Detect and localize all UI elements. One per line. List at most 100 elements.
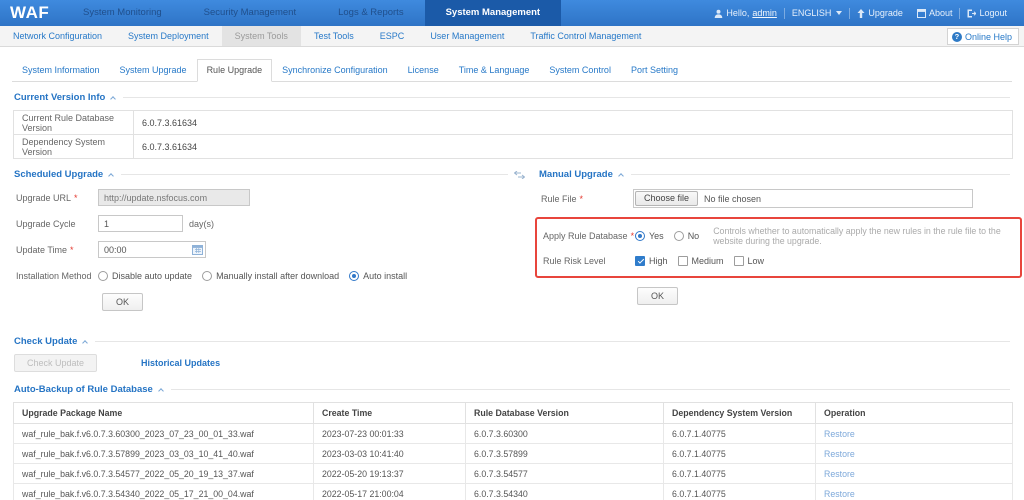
- subnav-espc[interactable]: ESPC: [367, 26, 418, 46]
- current-version-table: Current Rule Database Version 6.0.7.3.61…: [13, 110, 1013, 159]
- user-greeting: Hello,: [726, 8, 750, 18]
- rule-risk-level-row: Rule Risk Level High Medium Low: [543, 252, 1016, 269]
- about-icon: [916, 8, 926, 18]
- language-selector[interactable]: ENGLISH: [785, 8, 850, 18]
- top-menu-system-monitoring[interactable]: System Monitoring: [62, 0, 183, 26]
- upgrade-cycle-unit: day(s): [189, 218, 215, 229]
- tab-port-setting[interactable]: Port Setting: [621, 59, 688, 82]
- radio-disable-auto-update[interactable]: Disable auto update: [98, 270, 192, 281]
- about-button[interactable]: About: [910, 8, 960, 18]
- tab-license[interactable]: License: [398, 59, 449, 82]
- collapse-chevron-icon[interactable]: [108, 172, 115, 179]
- radio-icon: [202, 270, 213, 281]
- apply-rule-database-row: Apply Rule Database Yes No Controls whet…: [543, 226, 1016, 246]
- tab-bar: System Information System Upgrade Rule U…: [12, 59, 1012, 82]
- chevron-down-icon: [836, 11, 843, 15]
- table-row: waf_rule_bak.f.v6.0.7.3.60300_2023_07_23…: [13, 423, 1013, 444]
- rule-file-input[interactable]: Choose file No file chosen: [633, 189, 973, 208]
- section-title: Check Update: [14, 336, 78, 347]
- swap-columns-icon[interactable]: [514, 170, 525, 179]
- tab-synchronize-configuration[interactable]: Synchronize Configuration: [272, 59, 398, 82]
- checkbox-high[interactable]: High: [635, 255, 668, 266]
- option-label: Yes: [649, 231, 664, 241]
- installation-method-row: Installation Method Disable auto update …: [16, 267, 527, 284]
- scheduled-upgrade-section: Scheduled Upgrade Upgrade URL Upgrade Cy…: [12, 159, 527, 320]
- version-row-value: 6.0.7.3.61634: [133, 134, 1013, 159]
- historical-updates-link[interactable]: Historical Updates: [141, 358, 220, 368]
- rule-file-label: Rule File: [541, 194, 633, 204]
- subnav-system-deployment[interactable]: System Deployment: [115, 26, 222, 46]
- rule-db-version-cell: 6.0.7.3.60300: [465, 423, 664, 444]
- scheduled-ok-button[interactable]: OK: [102, 293, 144, 311]
- check-update-row: Check Update Historical Updates: [14, 354, 1012, 372]
- collapse-chevron-icon[interactable]: [110, 95, 117, 102]
- restore-link[interactable]: Restore: [824, 449, 855, 459]
- rule-db-version-cell: 6.0.7.3.54340: [465, 483, 664, 500]
- upgrade-button[interactable]: Upgrade: [850, 8, 910, 18]
- upgrade-cycle-input[interactable]: [98, 215, 183, 232]
- manual-upgrade-header: Manual Upgrade: [539, 169, 1010, 180]
- checkbox-medium[interactable]: Medium: [677, 255, 724, 266]
- highlighted-options-box: Apply Rule Database Yes No Controls whet…: [535, 217, 1022, 278]
- collapse-chevron-icon[interactable]: [618, 172, 624, 179]
- version-row-label: Current Rule Database Version: [13, 110, 134, 135]
- auto-backup-section-header: Auto-Backup of Rule Database: [14, 384, 1010, 395]
- installation-method-label: Installation Method: [16, 270, 92, 281]
- tab-rule-upgrade[interactable]: Rule Upgrade: [196, 59, 273, 82]
- package-name-cell: waf_rule_bak.f.v6.0.7.3.54577_2022_05_20…: [13, 463, 314, 484]
- collapse-chevron-icon[interactable]: [157, 387, 164, 394]
- radio-auto-install[interactable]: Auto install: [349, 270, 408, 281]
- package-name-cell: waf_rule_bak.f.v6.0.7.3.60300_2023_07_23…: [13, 423, 314, 444]
- choose-file-button[interactable]: Choose file: [635, 191, 699, 206]
- username-link[interactable]: admin: [752, 8, 777, 18]
- subnav-test-tools[interactable]: Test Tools: [301, 26, 367, 46]
- rule-file-row: Rule File Choose file No file chosen: [541, 189, 1012, 208]
- top-menu-security-management[interactable]: Security Management: [183, 0, 317, 26]
- radio-apply-yes[interactable]: Yes: [635, 231, 664, 241]
- user-icon: [715, 9, 723, 18]
- manual-ok-button[interactable]: OK: [637, 287, 679, 305]
- tab-system-information[interactable]: System Information: [12, 59, 110, 82]
- subnav-system-tools[interactable]: System Tools: [221, 26, 301, 46]
- restore-link[interactable]: Restore: [824, 469, 855, 479]
- section-title: Manual Upgrade: [539, 169, 613, 180]
- subnav-user-management[interactable]: User Management: [417, 26, 517, 46]
- option-label: Auto install: [363, 270, 408, 281]
- top-menu-logs-reports[interactable]: Logs & Reports: [317, 0, 424, 26]
- section-title: Current Version Info: [14, 92, 106, 103]
- no-file-chosen-text: No file chosen: [704, 193, 762, 204]
- column-header: Create Time: [313, 402, 466, 424]
- top-menu-system-management[interactable]: System Management: [424, 0, 562, 26]
- upgrade-url-input[interactable]: [98, 189, 250, 206]
- divider: [123, 97, 1010, 98]
- collapse-chevron-icon[interactable]: [82, 339, 89, 346]
- calendar-icon[interactable]: [192, 244, 203, 255]
- check-update-button[interactable]: Check Update: [14, 354, 98, 372]
- column-header: Rule Database Version: [465, 402, 664, 424]
- table-row: waf_rule_bak.f.v6.0.7.3.54340_2022_05_17…: [13, 483, 1013, 500]
- package-name-cell: waf_rule_bak.f.v6.0.7.3.57899_2023_03_03…: [13, 443, 314, 464]
- radio-manually-install[interactable]: Manually install after download: [202, 270, 340, 281]
- rule-risk-level-label: Rule Risk Level: [543, 255, 606, 266]
- radio-apply-no[interactable]: No: [673, 231, 699, 241]
- tab-system-control[interactable]: System Control: [539, 59, 621, 82]
- tab-time-language[interactable]: Time & Language: [449, 59, 540, 82]
- online-help-button[interactable]: ? Online Help: [946, 28, 1019, 45]
- help-icon: ?: [951, 31, 962, 42]
- restore-link[interactable]: Restore: [824, 429, 855, 439]
- logout-button[interactable]: Logout: [960, 8, 1014, 18]
- tab-system-upgrade[interactable]: System Upgrade: [110, 59, 197, 82]
- option-label: Low: [747, 255, 765, 266]
- apply-rule-hint: Controls whether to automatically apply …: [713, 226, 1001, 246]
- subnav-network-configuration[interactable]: Network Configuration: [0, 26, 115, 46]
- user-menu[interactable]: Hello, admin: [707, 8, 784, 18]
- about-label: About: [928, 8, 953, 18]
- restore-link[interactable]: Restore: [824, 489, 855, 499]
- checkbox-low[interactable]: Low: [733, 255, 765, 266]
- option-label: Manually install after download: [216, 270, 340, 281]
- subnav-traffic-control-management[interactable]: Traffic Control Management: [517, 26, 654, 46]
- checkbox-icon: [635, 255, 645, 266]
- update-time-input[interactable]: [98, 241, 206, 258]
- upgrade-cycle-row: Upgrade Cycle day(s): [16, 215, 527, 232]
- update-time-row: Update Time: [16, 241, 527, 258]
